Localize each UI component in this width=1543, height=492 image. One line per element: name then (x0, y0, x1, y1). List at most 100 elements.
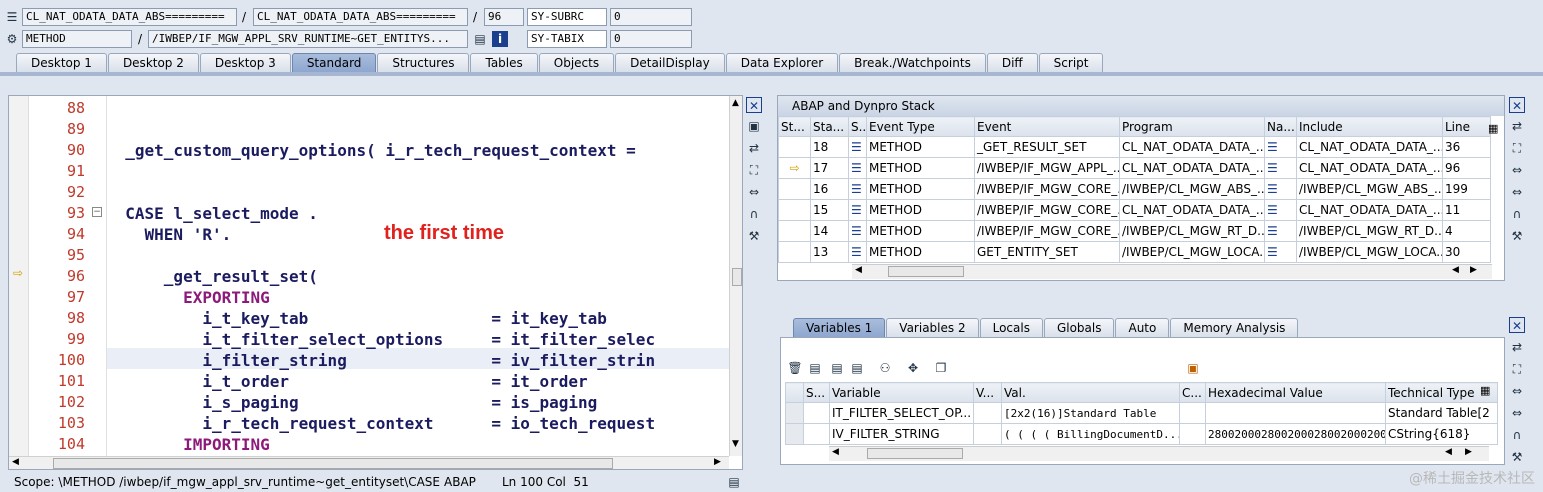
tab-standard[interactable]: Standard (291, 53, 377, 72)
stack-row[interactable]: 18 ☰ METHOD _GET_RESULT_SET CL_NAT_ODATA_DAT… (778, 136, 1491, 158)
sysvar-name-field[interactable]: SY-SUBRC (527, 8, 607, 26)
stack-column-header[interactable]: Program (1119, 116, 1265, 137)
maximize-icon[interactable]: ⛶ (1509, 361, 1525, 377)
close-icon[interactable]: ✕ (1509, 97, 1525, 113)
sysvar-value-field[interactable]: 0 (610, 8, 692, 26)
stack-h-scrollbar[interactable]: ◀ ◀ ▶ (852, 264, 1492, 279)
scroll-up-icon[interactable]: ▲ (732, 98, 739, 108)
swap-icon[interactable]: ⇔ (1509, 405, 1525, 421)
variable-name[interactable]: IT_FILTER_SELECT_OP... (829, 402, 974, 424)
collapse-icon[interactable]: − (92, 207, 102, 217)
variable-column-header[interactable]: Val. (1001, 382, 1180, 403)
stack-row[interactable]: 14 ☰ METHOD/IWBEP/IF_MGW_CORE_.../IWBEP/CL… (778, 220, 1491, 242)
code-line[interactable]: _get_result_set( (106, 266, 318, 287)
tab-diff[interactable]: Diff (986, 53, 1038, 72)
stack-column-header[interactable]: Line (1442, 116, 1491, 137)
variable-row[interactable]: IT_FILTER_SELECT_OP... [2x2(16)]Standard … (785, 402, 1498, 424)
scroll-left-icon[interactable]: ◀ (1452, 265, 1459, 275)
stack-column-header[interactable]: S... (848, 116, 867, 137)
tab-globals[interactable]: Globals (1043, 318, 1115, 337)
tab-objects[interactable]: Objects (538, 53, 615, 72)
note-icon[interactable]: ▤ (726, 474, 742, 490)
services-icon[interactable]: ∩ (1509, 427, 1525, 443)
variable-column-header[interactable]: V... (973, 382, 1002, 403)
close-icon[interactable]: ✕ (746, 97, 762, 113)
code-line[interactable]: i_t_filter_select_options = it_filter_se… (106, 329, 655, 350)
stack-row[interactable]: 16 ☰ METHOD/IWBEP/IF_MGW_CORE_.../IWBEP/CL… (778, 178, 1491, 200)
h-scroll-thumb[interactable] (867, 448, 963, 459)
export-icon[interactable]: ▤ (849, 360, 865, 376)
stack-row[interactable]: 13 ☰ METHOD GET_ENTITY_SET/IWBEP/CL_MGW_LOC… (778, 241, 1491, 263)
delete-icon[interactable]: 🗑 (787, 360, 803, 376)
code-line[interactable]: CASE l_select_mode . (106, 203, 318, 224)
code-line[interactable]: EXPORTING (106, 287, 270, 308)
stack-column-header[interactable]: Include (1296, 116, 1443, 137)
tab-variables-2[interactable]: Variables 2 (886, 318, 979, 337)
save-icon[interactable]: ▣ (1185, 360, 1201, 376)
line-number-field[interactable]: 96 (484, 8, 524, 26)
tab-desktop-2[interactable]: Desktop 2 (107, 53, 199, 72)
stack-column-header[interactable]: St... (778, 116, 811, 137)
scroll-left-icon[interactable]: ◀ (855, 265, 862, 275)
replace-tool-icon[interactable]: ⇄ (746, 140, 762, 156)
variable-column-header[interactable]: Hexadecimal Value (1205, 382, 1386, 403)
h-scroll-thumb[interactable] (53, 458, 613, 469)
tab-desktop-1[interactable]: Desktop 1 (16, 53, 107, 72)
scroll-left-icon[interactable]: ◀ (832, 447, 839, 457)
move-icon[interactable]: ✥ (905, 360, 921, 376)
variable-column-header[interactable]: C... (1179, 382, 1206, 403)
h-scroll-thumb[interactable] (888, 266, 964, 277)
variable-name[interactable]: IV_FILTER_STRING (829, 423, 974, 445)
tab-script[interactable]: Script (1038, 53, 1104, 72)
variable-value[interactable]: [2x2(16)]Standard Table (1001, 402, 1180, 424)
variable-column-header[interactable]: Variable (829, 382, 974, 403)
tab-locals[interactable]: Locals (979, 318, 1043, 337)
include-field[interactable]: CL_NAT_ODATA_DATA_ABS========= (253, 8, 468, 26)
swap-icon[interactable]: ⇔ (746, 184, 762, 200)
code-line[interactable]: i_t_key_tab = it_key_tab (106, 308, 607, 329)
hierarchy-icon[interactable]: ⚇ (877, 360, 893, 376)
sysvar-tabix-value[interactable]: 0 (610, 30, 692, 48)
code-line[interactable]: i_t_order = it_order (106, 371, 587, 392)
save-var-icon[interactable]: ▤ (807, 360, 823, 376)
stack-column-header[interactable]: Sta... (810, 116, 849, 137)
variable-row[interactable]: IV_FILTER_STRING ( ( ( ( BillingDocumentD… (785, 423, 1498, 445)
layout-icon[interactable]: ▦ (1480, 384, 1490, 397)
maximize-icon[interactable]: ⛶ (1509, 140, 1525, 156)
new-window-icon[interactable]: ❐ (933, 360, 949, 376)
editor-vertical-scrollbar[interactable]: ▲ ▼ (729, 96, 742, 456)
code-line[interactable]: WHEN 'R'. (106, 224, 232, 245)
code-line[interactable]: i_filter_string = iv_filter_strin (106, 350, 655, 371)
code-line[interactable]: i_r_tech_request_context = io_tech_reque… (106, 413, 655, 434)
settings-icon[interactable]: ⚒ (1509, 449, 1525, 465)
stack-row[interactable]: 15 ☰ METHOD/IWBEP/IF_MGW_CORE_... CL_NAT_OD… (778, 199, 1491, 221)
load-var-icon[interactable]: ▤ (829, 360, 845, 376)
event-field[interactable]: /IWBEP/IF_MGW_APPL_SRV_RUNTIME~GET_ENTIT… (148, 30, 468, 48)
replace-tool-icon[interactable]: ⇄ (1509, 118, 1525, 134)
stack-column-header[interactable]: Event Type (866, 116, 975, 137)
replace-tool-icon[interactable]: ⇄ (1509, 339, 1525, 355)
new-tool-icon[interactable]: ▣ (746, 118, 762, 134)
tab-break-watchpoints[interactable]: Break./Watchpoints (839, 53, 986, 72)
settings-icon[interactable]: ⚒ (1509, 228, 1525, 244)
scroll-left-icon[interactable]: ◀ (12, 457, 19, 467)
scroll-right-icon[interactable]: ▶ (1465, 447, 1472, 457)
code-line[interactable]: IMPORTING (106, 434, 270, 455)
tab-detaildisplay[interactable]: DetailDisplay (615, 53, 725, 72)
tab-variables-1[interactable]: Variables 1 (793, 318, 886, 337)
var-h-scrollbar[interactable]: ◀ ◀ ▶ (829, 446, 1489, 461)
display-icon[interactable]: ▤ (472, 31, 488, 47)
swap-icon[interactable]: ⇔ (1509, 184, 1525, 200)
maximize-icon[interactable]: ⛶ (746, 162, 762, 178)
close-icon[interactable]: ✕ (1509, 317, 1525, 333)
tab-auto[interactable]: Auto (1115, 318, 1170, 337)
swap-icon[interactable]: ⇔ (1509, 383, 1525, 399)
stack-column-header[interactable]: Na... (1264, 116, 1297, 137)
swap-icon[interactable]: ⇔ (1509, 162, 1525, 178)
settings-icon[interactable]: ⚒ (746, 228, 762, 244)
scroll-left-icon[interactable]: ◀ (1445, 447, 1452, 457)
tab-data-explorer[interactable]: Data Explorer (725, 53, 839, 72)
sysvar-tabix-field[interactable]: SY-TABIX (527, 30, 607, 48)
source-editor[interactable]: 88 89 90 _get_custom_query_options( i_r_te… (8, 95, 743, 470)
scroll-thumb[interactable] (732, 268, 742, 286)
